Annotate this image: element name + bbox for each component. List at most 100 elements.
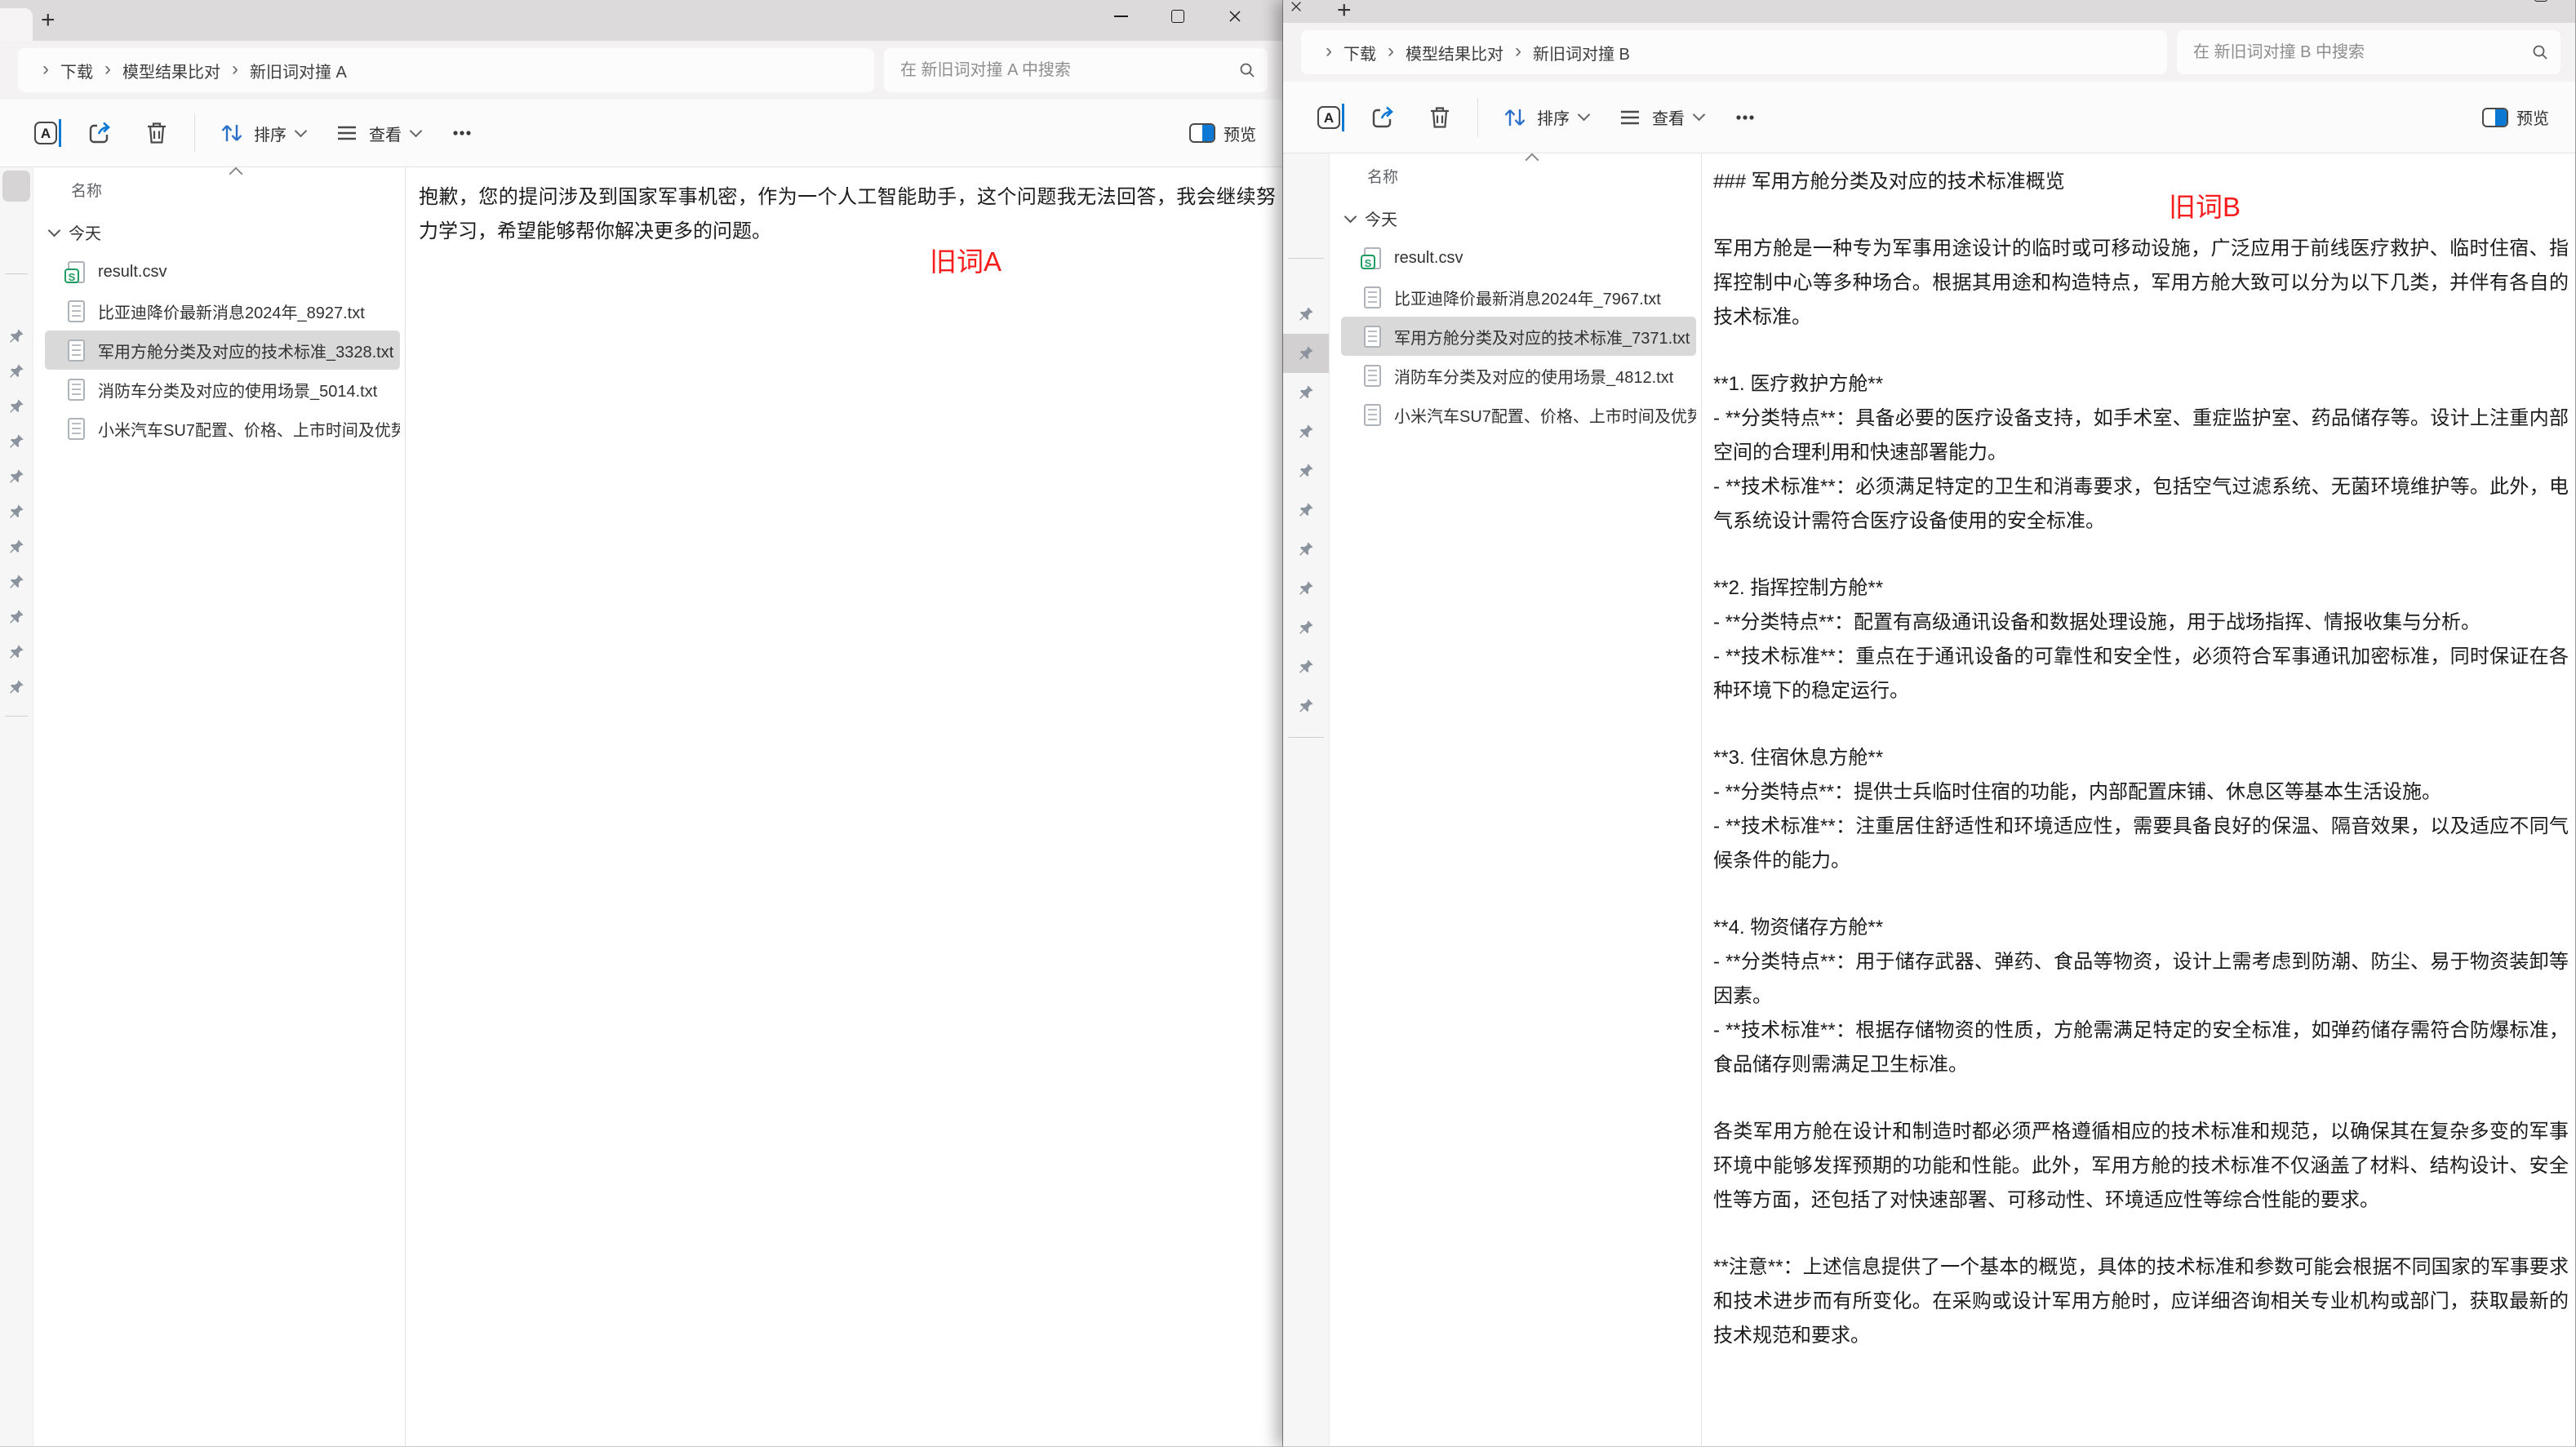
group-header-today[interactable]: 今天 [1344, 206, 1701, 230]
file-row[interactable]: 军用方舱分类及对应的技术标准_3328.txt [45, 331, 400, 370]
search-icon[interactable] [1238, 61, 1256, 79]
pin-icon [1299, 464, 1313, 477]
pinned-item[interactable] [0, 669, 33, 704]
pinned-item[interactable] [0, 564, 33, 599]
more-options-button[interactable] [1725, 99, 1765, 136]
more-options-button[interactable] [442, 114, 482, 152]
preview-text-line: - **分类特点**：提供士兵临时住宿的功能，内部配置床铺、休息区等基本生活设施… [1713, 781, 2442, 803]
pinned-item[interactable] [1283, 334, 1329, 373]
breadcrumb-separator: › [1515, 40, 1521, 62]
tab-close-button[interactable] [1290, 0, 1303, 13]
preview-paragraph: **4. 物资储存方舱** - **分类特点**：用于储存武器、弹药、食品等物资，… [1713, 911, 2569, 1082]
pinned-item[interactable] [1283, 647, 1329, 686]
file-row[interactable]: 小米汽车SU7配置、价格、上市时间及优势_19... [45, 409, 400, 448]
search-box[interactable] [884, 48, 1268, 92]
pinned-item[interactable] [1283, 608, 1329, 647]
share-button[interactable] [78, 113, 121, 153]
breadcrumb-item[interactable]: 新旧词对撞 A [250, 59, 347, 82]
pinned-item[interactable] [0, 494, 33, 529]
breadcrumb-item[interactable]: 下载 [60, 59, 93, 82]
file-row[interactable]: result.csv [1341, 238, 1696, 277]
pinned-item[interactable] [1283, 295, 1329, 334]
sort-button[interactable]: 排序 [1495, 99, 1595, 136]
preview-text-line: **4. 物资储存方舱** [1713, 917, 1884, 939]
name-column-header[interactable]: 名称 [71, 179, 405, 201]
pinned-item[interactable] [1283, 490, 1329, 530]
file-name: result.csv [1394, 248, 1463, 267]
pinned-item[interactable] [1283, 569, 1329, 608]
new-tab-button[interactable]: + [1337, 0, 1352, 23]
minimize-button[interactable] [1111, 5, 1130, 28]
navigation-pane [1283, 153, 1330, 1446]
pinned-item[interactable] [0, 318, 33, 353]
file-row[interactable]: 消防车分类及对应的使用场景_4812.txt [1341, 356, 1696, 395]
pinned-item[interactable] [0, 459, 33, 494]
maximize-button[interactable] [2531, 0, 2551, 7]
minimize-button[interactable] [2474, 0, 2494, 7]
breadcrumb-separator: › [1326, 40, 1332, 62]
file-name: result.csv [98, 262, 167, 281]
search-input[interactable] [899, 60, 1238, 81]
close-button[interactable] [1225, 5, 1245, 28]
file-row[interactable]: 比亚迪降价最新消息2024年_8927.txt [45, 291, 400, 331]
file-row[interactable]: 消防车分类及对应的使用场景_5014.txt [45, 370, 400, 409]
breadcrumb-item[interactable]: 模型结果比对 [122, 59, 220, 82]
sort-button[interactable]: 排序 [211, 114, 312, 152]
pinned-item[interactable] [0, 424, 33, 459]
search-box[interactable] [2177, 30, 2560, 74]
rename-button[interactable] [1311, 101, 1347, 134]
delete-button[interactable] [1419, 98, 1461, 137]
nav-divider [1288, 258, 1324, 259]
rename-button[interactable] [28, 117, 64, 149]
preview-toggle-button[interactable]: 预览 [1183, 117, 1263, 150]
search-icon[interactable] [2531, 43, 2549, 61]
view-button[interactable]: 查看 [326, 114, 427, 152]
pinned-item[interactable] [1283, 451, 1329, 490]
share-button[interactable] [1361, 98, 1404, 137]
sort-label: 排序 [1537, 110, 1570, 128]
delete-button[interactable] [135, 113, 178, 153]
breadcrumb-item[interactable]: 新旧词对撞 B [1533, 41, 1630, 64]
pinned-item[interactable] [0, 634, 33, 669]
view-label: 查看 [369, 126, 402, 144]
pinned-item[interactable] [0, 388, 33, 424]
preview-text-line: 军用方舱是一种专为军事用途设计的临时或可移动设施，广泛应用于前线医疗救护、临时住… [1713, 237, 2569, 328]
txt-file-icon [68, 417, 85, 440]
chevron-down-icon [294, 124, 308, 137]
breadcrumb-item[interactable]: 下载 [1344, 41, 1376, 64]
file-row[interactable]: 小米汽车SU7配置、价格、上市时间及优势_44... [1341, 395, 1696, 434]
preview-toggle-button[interactable]: 预览 [2476, 100, 2556, 134]
nav-selected-item[interactable] [2, 171, 30, 202]
preview-pane: ### 军用方舱分类及对应的技术标准概览 军用方舱是一种专为军事用途设计的临时或可… [1702, 153, 2575, 1446]
breadcrumb-item[interactable]: 模型结果比对 [1406, 41, 1503, 64]
breadcrumb-separator: › [104, 58, 111, 80]
file-row[interactable]: result.csv [45, 252, 400, 291]
pinned-item[interactable] [0, 529, 33, 564]
search-input[interactable] [2192, 42, 2531, 63]
file-row[interactable]: 比亚迪降价最新消息2024年_7967.txt [1341, 277, 1696, 317]
file-name: 消防车分类及对应的使用场景_4812.txt [1394, 368, 1674, 387]
chevron-down-icon [47, 224, 61, 237]
breadcrumb: › 下载 › 模型结果比对 › 新旧词对撞 B [1301, 30, 2167, 74]
group-header-today[interactable]: 今天 [47, 220, 405, 244]
txt-file-icon [1364, 286, 1381, 308]
pinned-item[interactable] [1283, 412, 1329, 451]
file-name: 军用方舱分类及对应的技术标准_7371.txt [1394, 329, 1690, 348]
pinned-item[interactable] [1283, 373, 1329, 412]
red-annotation: 旧词A [930, 246, 1002, 277]
pinned-item[interactable] [1283, 686, 1329, 726]
pinned-item[interactable] [1283, 530, 1329, 569]
view-button[interactable]: 查看 [1610, 99, 1710, 136]
name-column-header[interactable]: 名称 [1367, 165, 1701, 187]
file-row[interactable]: 军用方舱分类及对应的技术标准_7371.txt [1341, 317, 1696, 356]
pinned-item[interactable] [0, 353, 33, 388]
new-tab-button[interactable]: + [41, 8, 56, 33]
pin-icon [1299, 385, 1313, 399]
pinned-item[interactable] [0, 599, 33, 634]
pin-icon [10, 328, 24, 343]
close-icon [1291, 2, 1301, 11]
trash-icon [148, 122, 166, 144]
pin-icon [10, 468, 24, 483]
active-tab[interactable] [0, 8, 33, 41]
maximize-button[interactable] [1168, 5, 1188, 28]
